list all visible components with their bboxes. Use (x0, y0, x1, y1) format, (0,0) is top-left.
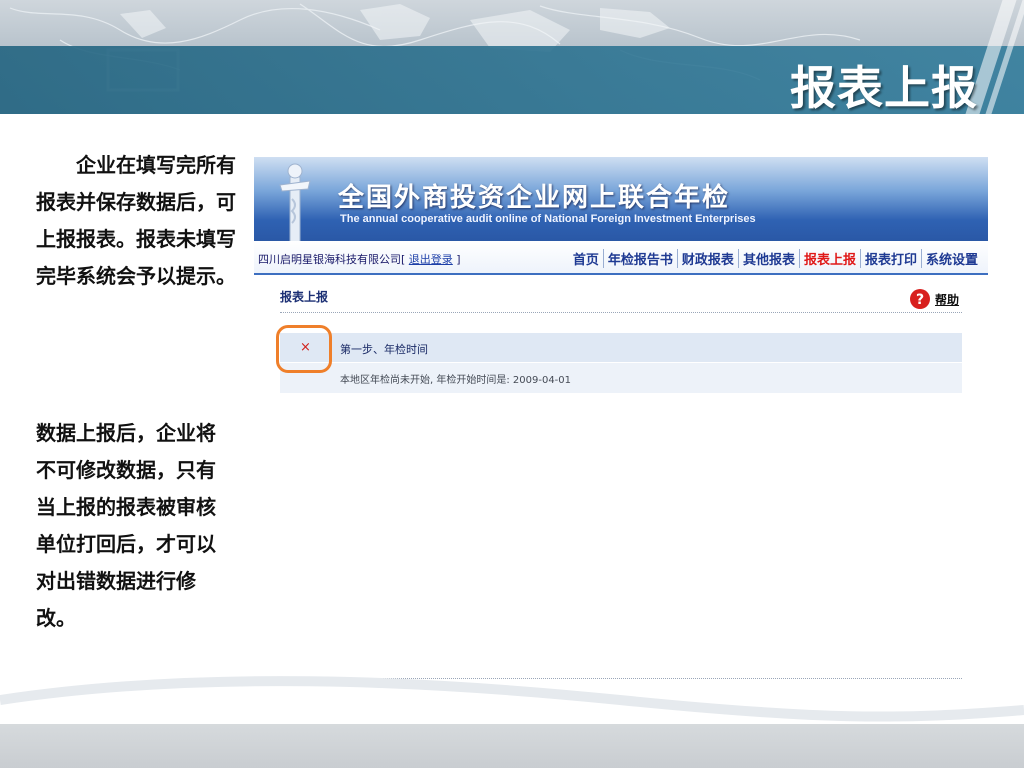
bracket-open: [ (401, 253, 406, 266)
company-info: 四川启明星银海科技有限公司[ 退出登录 ] (258, 251, 461, 267)
svg-text:?: ? (916, 292, 924, 308)
help-label: 帮助 (935, 292, 960, 307)
slide-header-banner: 报表上报 (0, 0, 1024, 114)
app-subtitle: The annual cooperative audit online of N… (340, 213, 756, 225)
company-name: 四川启明星银海科技有限公司 (258, 253, 401, 266)
slide-title: 报表上报 (790, 61, 978, 114)
app-header: 全国外商投资企业网上联合年检 The annual cooperative au… (254, 157, 988, 243)
step-info-text: 本地区年检尚未开始, 年检开始时间是: 2009-04-01 (340, 375, 572, 386)
bracket-close: ] (456, 253, 461, 266)
app-title: 全国外商投资企业网上联合年检 (338, 183, 731, 213)
help-button[interactable]: ? 帮助 (909, 288, 959, 310)
help-icon: ? (910, 289, 930, 309)
nav-system-settings[interactable]: 系统设置 (920, 249, 982, 268)
footer-bar (0, 724, 1024, 768)
step-title: 第一步、年检时间 (340, 343, 428, 356)
nav-financial-reports[interactable]: 财政报表 (676, 249, 738, 268)
nav-home[interactable]: 首页 (569, 249, 603, 268)
slide-note-1: 企业在填写完所有报表并保存数据后，可上报报表。报表未填写完毕系统会予以提示。 (36, 153, 236, 288)
huabiao-pillar-icon (279, 163, 311, 243)
footer-arc-graphic (0, 676, 1024, 722)
highlight-circle (276, 325, 332, 373)
nav-bar: 四川启明星银海科技有限公司[ 退出登录 ] 首页 年检报告书 财政报表 其他报表… (254, 241, 988, 275)
divider (280, 312, 962, 313)
app-screenshot: 全国外商投资企业网上联合年检 The annual cooperative au… (254, 157, 988, 680)
logout-link[interactable]: 退出登录 (409, 253, 453, 266)
nav-report-submit[interactable]: 报表上报 (798, 249, 860, 268)
slide-note-2: 数据上报后，企业将不可修改数据，只有当上报的报表被审核单位打回后，才可以对出错数… (36, 421, 216, 630)
nav-other-reports[interactable]: 其他报表 (737, 249, 799, 268)
nav-report-print[interactable]: 报表打印 (859, 249, 921, 268)
nav-annual-report[interactable]: 年检报告书 (602, 249, 677, 268)
main-nav: 首页 年检报告书 财政报表 其他报表 报表上报 报表打印 系统设置 (569, 249, 982, 268)
section-title: 报表上报 (280, 290, 329, 304)
